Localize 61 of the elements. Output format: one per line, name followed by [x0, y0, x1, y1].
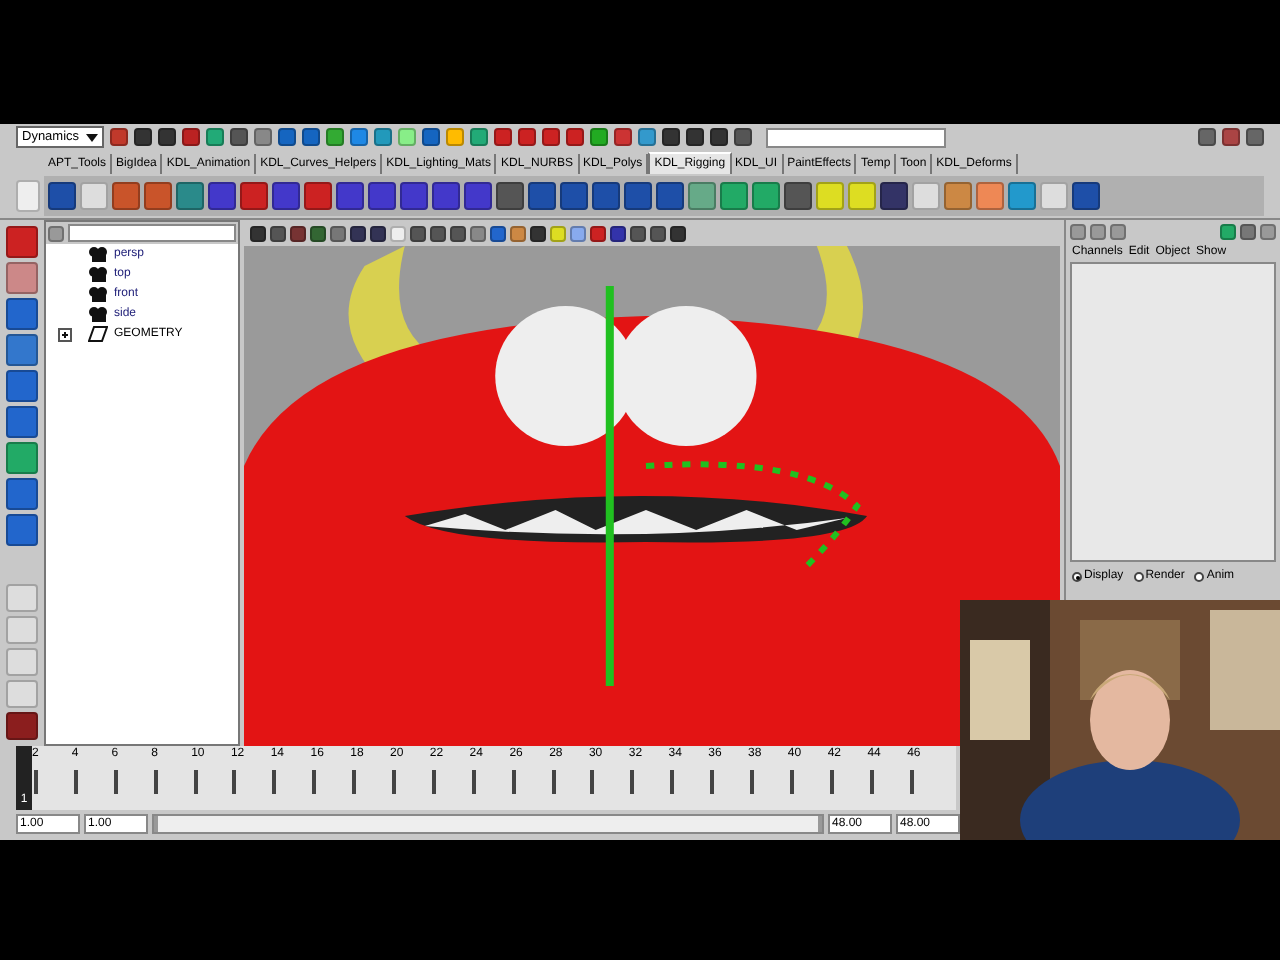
tool-icon[interactable]: [6, 262, 38, 294]
radio-button[interactable]: [1133, 572, 1144, 582]
shelf-icon[interactable]: [592, 182, 620, 210]
expand-icon[interactable]: [57, 327, 71, 341]
shelf-icon[interactable]: [496, 182, 524, 210]
shelf-icon[interactable]: [880, 182, 908, 210]
tool-icon[interactable]: [6, 298, 38, 330]
shelf-icon[interactable]: [272, 182, 300, 210]
layout-icon[interactable]: [6, 680, 38, 708]
shelf-icon[interactable]: [48, 182, 76, 210]
shelf-icon[interactable]: [720, 182, 748, 210]
shelf-icon[interactable]: [624, 182, 652, 210]
shelf-icon[interactable]: [432, 182, 460, 210]
shelf-menu-icon[interactable]: [16, 180, 40, 212]
input-field[interactable]: [766, 127, 946, 147]
tool-icon[interactable]: [6, 442, 38, 474]
tool-icon[interactable]: [6, 370, 38, 402]
shelf-icon[interactable]: [752, 182, 780, 210]
shelf-icon[interactable]: [912, 182, 940, 210]
shelf-icon[interactable]: [1040, 182, 1068, 210]
shelf-icon[interactable]: [688, 182, 716, 210]
shelf-icon[interactable]: [784, 182, 812, 210]
shelf-icon[interactable]: [208, 182, 236, 210]
shelf-icon[interactable]: [528, 182, 556, 210]
shelf-icon[interactable]: [1072, 182, 1100, 210]
shelf-icon[interactable]: [144, 182, 172, 210]
shelf-icon[interactable]: [944, 182, 972, 210]
group-icon: [88, 326, 108, 342]
shelf-icon[interactable]: [1008, 182, 1036, 210]
filter-field[interactable]: [68, 224, 236, 242]
radio-button[interactable]: [1072, 572, 1082, 582]
shelf-icon[interactable]: [816, 182, 844, 210]
shelf-icon[interactable]: [336, 182, 364, 210]
shelf-icon[interactable]: [656, 182, 684, 210]
radio-button[interactable]: [1194, 572, 1205, 582]
layout-icon[interactable]: [6, 648, 38, 676]
shelf-icon[interactable]: [304, 182, 332, 210]
camera-icon: [88, 306, 108, 322]
camera-icon: [88, 246, 108, 262]
shelf-icon[interactable]: [464, 182, 492, 210]
shelf-icon[interactable]: [368, 182, 396, 210]
shelf-icon[interactable]: [848, 182, 876, 210]
shelf-icon[interactable]: [560, 182, 588, 210]
tool-icon[interactable]: [6, 226, 38, 258]
shelf-icon[interactable]: [176, 182, 204, 210]
shelf-icon[interactable]: [976, 182, 1004, 210]
dropdown-arrow-icon: [86, 134, 98, 142]
camera-icon: [88, 286, 108, 302]
shelf-icon[interactable]: [80, 182, 108, 210]
tool-icon[interactable]: [6, 334, 38, 366]
grid-icon[interactable]: [48, 225, 64, 241]
shelf-icon[interactable]: [112, 182, 140, 210]
layout-icon[interactable]: [6, 712, 38, 740]
layout-icon[interactable]: [6, 616, 38, 644]
tool-icon[interactable]: [6, 514, 38, 546]
camera-icon: [88, 266, 108, 282]
shelf-icon[interactable]: [400, 182, 428, 210]
tool-icon[interactable]: [6, 406, 38, 438]
shelf-icon[interactable]: [240, 182, 268, 210]
tool-icon[interactable]: [6, 478, 38, 510]
layout-icon[interactable]: [6, 584, 38, 612]
